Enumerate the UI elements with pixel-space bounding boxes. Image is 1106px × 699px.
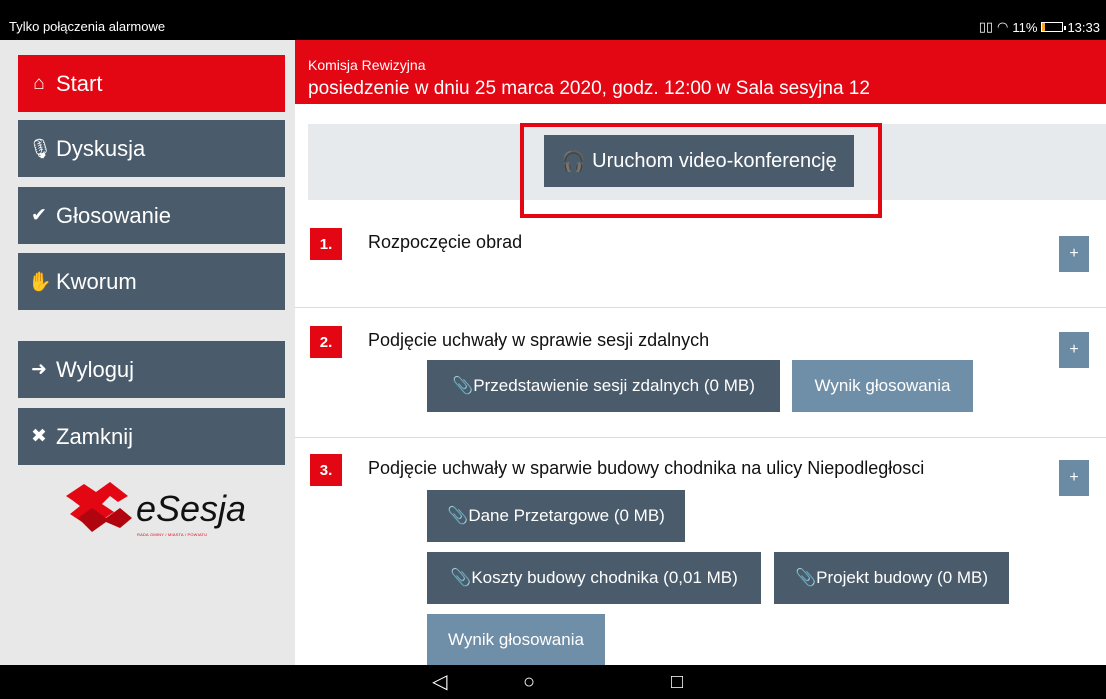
agenda-number: 2. (310, 326, 342, 358)
sidebar-item-label: Kworum (56, 268, 137, 294)
agenda-item: 1. Rozpoczęcie obrad + (308, 228, 1106, 308)
committee-name: Komisja Rewizyjna (308, 57, 426, 73)
attachment-button[interactable]: 📎 Przedstawienie sesji zdalnych (0 MB) (427, 360, 780, 412)
agenda-title: Rozpoczęcie obrad (368, 232, 523, 252)
home-icon: ⌂ (33, 72, 45, 94)
logo-mark-icon (66, 482, 132, 532)
sidebar-item-kworum[interactable]: ✋ Kworum (18, 253, 285, 310)
microphone-icon: 🎙 (28, 138, 53, 160)
paperclip-icon: 📎 (450, 568, 472, 587)
attachment-button[interactable]: 📎 Dane Przetargowe (0 MB) (427, 490, 685, 542)
wifi-icon: ◠ (997, 19, 1009, 34)
attachment-button[interactable]: 📎 Koszty budowy chodnika (0,01 MB) (427, 552, 761, 604)
vote-result-button[interactable]: Wynik głosowania (427, 614, 605, 665)
main-content: Komisja Rewizyjna posiedzenie w dniu 25 … (295, 40, 1106, 665)
meeting-info: posiedzenie w dniu 25 marca 2020, godz. … (308, 78, 870, 99)
clock: 13:33 (1067, 19, 1100, 35)
logout-icon: ➜ (31, 359, 47, 380)
separator (295, 307, 1106, 308)
meeting-header: Komisja Rewizyjna posiedzenie w dniu 25 … (295, 40, 1106, 104)
separator (295, 437, 1106, 438)
sidebar-item-label: Dyskusja (56, 135, 146, 161)
battery-percent: 11% (1012, 19, 1038, 35)
home-nav-icon[interactable]: ○ (523, 671, 535, 693)
close-icon: ✖ (31, 426, 47, 447)
paperclip-icon: 📎 (452, 376, 474, 395)
sidebar-item-zamknij[interactable]: ✖ Zamknij (18, 408, 285, 465)
vote-result-button[interactable]: Wynik głosowania (792, 360, 973, 412)
back-icon[interactable]: ◁ (432, 671, 447, 693)
attachment-label: Projekt budowy (0 MB) (816, 568, 989, 587)
sidebar-item-label: Głosowanie (56, 202, 171, 228)
paperclip-icon: 📎 (447, 506, 469, 525)
attachment-label: Przedstawienie sesji zdalnych (0 MB) (473, 376, 755, 395)
agenda-number: 3. (310, 454, 342, 486)
attachment-label: Koszty budowy chodnika (0,01 MB) (471, 568, 738, 587)
status-bar: Tylko połączenia alarmowe ▯▯ ◠ 11% 13:33 (0, 0, 1106, 40)
sidebar-item-label: Start (56, 70, 103, 96)
status-left-text: Tylko połączenia alarmowe (9, 19, 166, 34)
sidebar: ⌂ Start 🎙 Dyskusja ✔ Głosowanie ✋ Kworum… (0, 40, 295, 665)
sidebar-item-dyskusja[interactable]: 🎙 Dyskusja (18, 120, 285, 177)
expand-button[interactable]: + (1059, 460, 1089, 496)
expand-button[interactable]: + (1059, 236, 1089, 272)
agenda-title: Podjęcie uchwały w sprawie sesji zdalnyc… (368, 330, 710, 350)
sidebar-item-glosowanie[interactable]: ✔ Głosowanie (18, 187, 285, 244)
highlight-frame (520, 123, 882, 218)
battery-icon (1041, 22, 1067, 32)
agenda-title: Podjęcie uchwały w sparwie budowy chodni… (368, 458, 925, 478)
paperclip-icon: 📎 (794, 568, 817, 587)
hand-icon: ✋ (28, 271, 52, 293)
check-icon: ✔ (31, 205, 47, 226)
esesja-logo: eSesja RADA GMINY / MIASTA / POWIATU (62, 478, 262, 548)
logo-subtext: RADA GMINY / MIASTA / POWIATU (137, 532, 208, 537)
sidebar-item-start[interactable]: ⌂ Start (18, 55, 285, 112)
sidebar-item-label: Wyloguj (56, 356, 135, 382)
signal-icon: ▯▯ (978, 19, 994, 34)
navigation-bar: ◁ ○ □ (0, 665, 1106, 699)
sidebar-item-label: Zamknij (56, 423, 134, 449)
agenda-number: 1. (310, 228, 342, 260)
status-right: ▯▯ ◠ 11% 13:33 (979, 19, 1100, 35)
attachment-label: Dane Przetargowe (0 MB) (468, 506, 665, 525)
sidebar-item-wyloguj[interactable]: ➜ Wyloguj (18, 341, 285, 398)
attachment-button[interactable]: 📎 Projekt budowy (0 MB) (774, 552, 1009, 604)
logo-text: eSesja (136, 488, 247, 529)
expand-button[interactable]: + (1059, 332, 1089, 368)
recents-icon[interactable]: □ (671, 671, 683, 693)
